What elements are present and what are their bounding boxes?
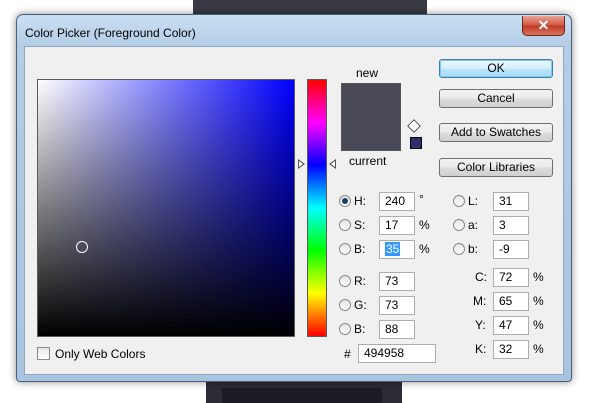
- red-input[interactable]: 73: [379, 272, 415, 291]
- brightness-radio[interactable]: [339, 243, 351, 255]
- blue-input[interactable]: 88: [379, 320, 415, 339]
- hex-input[interactable]: 494958: [358, 344, 436, 363]
- only-web-colors-label: Only Web Colors: [55, 347, 146, 361]
- magenta-unit: %: [533, 294, 544, 308]
- hex-label: #: [344, 347, 351, 361]
- current-color-swatch[interactable]: [342, 118, 400, 150]
- cancel-button[interactable]: Cancel: [439, 89, 553, 108]
- saturation-unit: %: [419, 218, 430, 232]
- background-strip-bottom-dark: [222, 388, 382, 403]
- current-label: current: [349, 154, 387, 168]
- cyan-input[interactable]: 72: [493, 268, 529, 287]
- new-color-swatch: [342, 84, 400, 118]
- saturation-radio[interactable]: [339, 219, 351, 231]
- close-icon: ✕: [537, 17, 550, 33]
- color-field-marker[interactable]: [76, 241, 88, 253]
- window-title: Color Picker (Foreground Color): [25, 26, 196, 40]
- brightness-unit: %: [419, 242, 430, 256]
- color-libraries-button[interactable]: Color Libraries: [439, 158, 553, 177]
- brightness-label: B:: [354, 242, 366, 256]
- lightness-input[interactable]: 31: [493, 192, 529, 211]
- cyan-label: C:: [475, 270, 487, 284]
- websafe-color-swatch[interactable]: [410, 137, 422, 149]
- green-label: G:: [354, 298, 367, 312]
- dialog-body: new current OK Cancel Add to Swatches Co…: [24, 46, 564, 375]
- b-channel-input[interactable]: -9: [493, 240, 529, 259]
- hue-label: H:: [354, 194, 366, 208]
- blue-radio[interactable]: [339, 323, 351, 335]
- hue-slider-right-arrow-icon[interactable]: [329, 159, 336, 169]
- red-label: R:: [354, 274, 366, 288]
- close-button[interactable]: ✕: [522, 16, 565, 36]
- hue-unit: °: [419, 192, 424, 206]
- a-channel-label: a:: [468, 218, 479, 232]
- black-unit: %: [533, 342, 544, 356]
- cyan-unit: %: [533, 270, 544, 284]
- brightness-input[interactable]: 35: [379, 240, 415, 259]
- hue-slider-left-arrow-icon[interactable]: [298, 159, 305, 169]
- add-to-swatches-button[interactable]: Add to Swatches: [439, 123, 553, 142]
- b-channel-label: b:: [468, 242, 479, 256]
- green-radio[interactable]: [339, 299, 351, 311]
- a-channel-input[interactable]: 3: [493, 216, 529, 235]
- lightness-label: L:: [468, 194, 479, 208]
- yellow-label: Y:: [475, 318, 486, 332]
- lightness-radio[interactable]: [453, 195, 465, 207]
- hue-radio[interactable]: [339, 195, 351, 207]
- yellow-unit: %: [533, 318, 544, 332]
- color-picker-window: Color Picker (Foreground Color) ✕ new cu…: [16, 14, 572, 382]
- color-field[interactable]: [37, 79, 295, 337]
- hue-slider[interactable]: [307, 79, 327, 337]
- new-label: new: [356, 66, 379, 80]
- a-channel-radio[interactable]: [453, 219, 465, 231]
- hue-input[interactable]: 240: [379, 192, 415, 211]
- yellow-input[interactable]: 47: [493, 316, 529, 335]
- b-channel-radio[interactable]: [453, 243, 465, 255]
- magenta-input[interactable]: 65: [493, 292, 529, 311]
- red-radio[interactable]: [339, 275, 351, 287]
- blue-label: B:: [354, 322, 366, 336]
- black-label: K:: [475, 342, 487, 356]
- saturation-label: S:: [354, 218, 366, 232]
- green-input[interactable]: 73: [379, 296, 415, 315]
- color-preview: [341, 83, 401, 151]
- magenta-label: M:: [473, 294, 487, 308]
- black-input[interactable]: 32: [493, 340, 529, 359]
- only-web-colors-checkbox[interactable]: [37, 347, 50, 360]
- brightness-value: 35: [385, 242, 401, 256]
- saturation-input[interactable]: 17: [379, 216, 415, 235]
- out-of-gamut-cube-icon: [407, 119, 421, 133]
- ok-button[interactable]: OK: [439, 59, 553, 78]
